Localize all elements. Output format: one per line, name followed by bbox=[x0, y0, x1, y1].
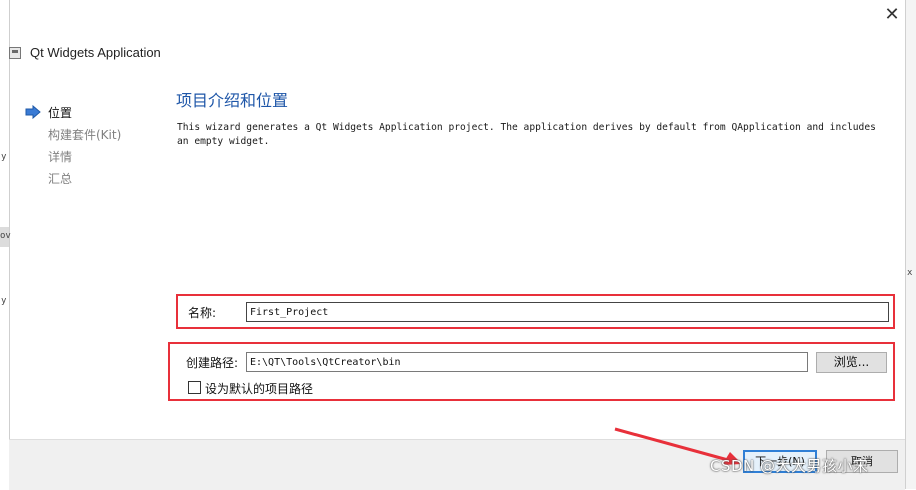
project-name-input[interactable] bbox=[246, 302, 889, 322]
background-text-fragment: ov bbox=[0, 231, 11, 241]
project-path-input[interactable] bbox=[246, 352, 808, 372]
default-path-checkbox[interactable] bbox=[188, 381, 201, 394]
step-location: 位置 bbox=[48, 106, 73, 120]
default-path-label[interactable]: 设为默认的项目路径 bbox=[205, 380, 313, 397]
browse-button[interactable]: 浏览... bbox=[816, 352, 887, 373]
background-window-right bbox=[905, 0, 916, 489]
window-title: Qt Widgets Application bbox=[30, 45, 161, 60]
page-description: This wizard generates a Qt Widgets Appli… bbox=[177, 122, 876, 147]
watermark: CSDN @大大男孩小宋 bbox=[710, 457, 869, 475]
step-kits: 构建套件(Kit) bbox=[48, 128, 122, 142]
background-text-fragment: x bbox=[907, 268, 913, 278]
path-label: 创建路径: bbox=[186, 356, 239, 370]
page-title: 项目介绍和位置 bbox=[176, 91, 289, 110]
qt-app-icon bbox=[9, 47, 21, 59]
current-step-arrow-icon bbox=[25, 105, 41, 119]
background-text-fragment: y bbox=[1, 152, 7, 162]
background-text-fragment: y bbox=[1, 296, 7, 306]
step-details: 详情 bbox=[48, 150, 73, 164]
name-label: 名称: bbox=[188, 306, 217, 320]
close-button[interactable]: ✕ bbox=[879, 4, 905, 26]
step-summary: 汇总 bbox=[48, 172, 73, 186]
close-icon: ✕ bbox=[884, 4, 900, 25]
